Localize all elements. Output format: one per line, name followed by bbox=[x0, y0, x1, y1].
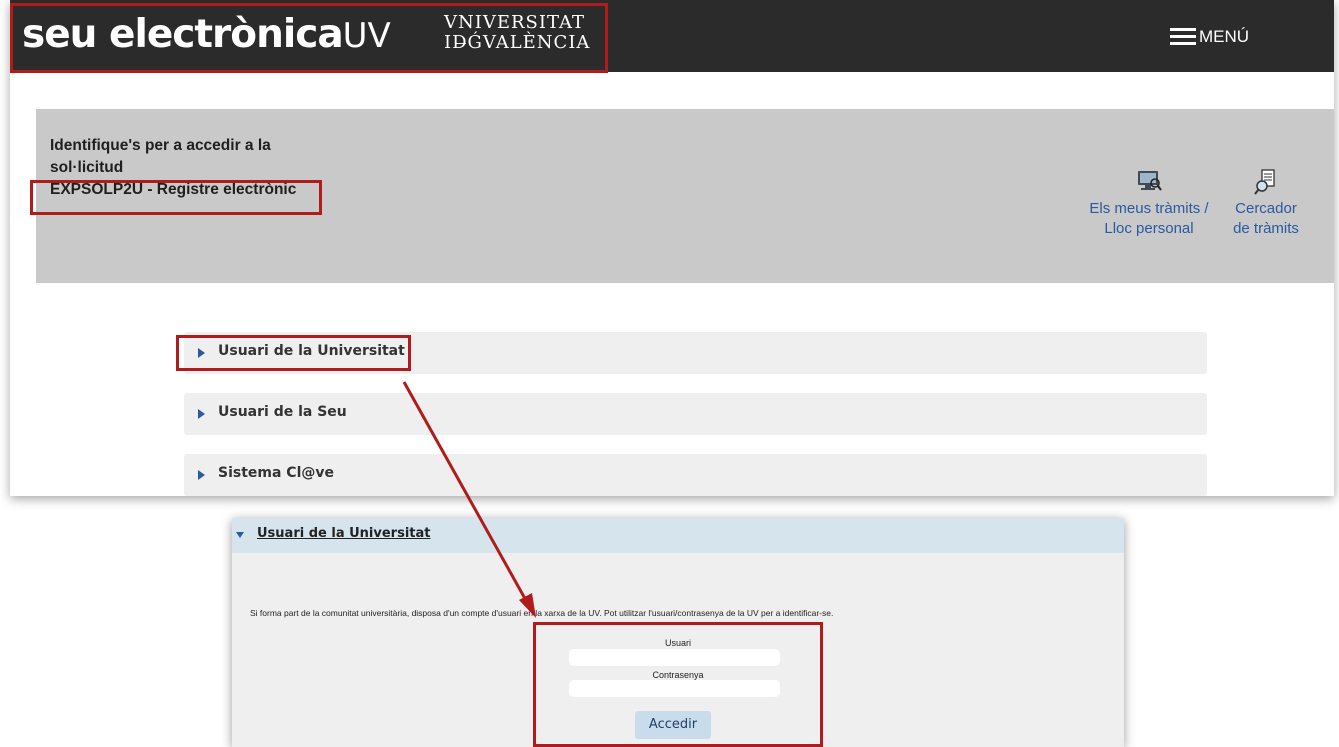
banner-line1: Identifique's per a accedir a la bbox=[50, 137, 271, 154]
my-procedures-link[interactable]: Els meus tràmits / Lloc personal bbox=[1081, 169, 1217, 239]
identification-text: Identifique's per a accedir a la sol·lic… bbox=[50, 135, 296, 201]
password-input[interactable] bbox=[569, 680, 780, 697]
accordion-seu-user[interactable]: Usuari de la Seu bbox=[184, 393, 1207, 435]
logo-main-text: seu electrònica bbox=[22, 12, 344, 57]
university-logo-line1: VNIVERSITAT bbox=[444, 12, 586, 33]
top-header-bar: seu electrònicaUV VNIVERSITAT ID̶ǴVALÈNC… bbox=[10, 0, 1334, 72]
accordion-label: Usuari de la Universitat bbox=[218, 343, 405, 359]
document-search-icon bbox=[1254, 169, 1275, 195]
procedure-name: EXPSOLP2U - Registre electrònic bbox=[50, 181, 297, 198]
accordion-university-user[interactable]: Usuari de la Universitat bbox=[184, 332, 1207, 374]
password-label: Contrasenya bbox=[652, 670, 704, 680]
procedure-search-line2: de tràmits bbox=[1233, 220, 1299, 237]
my-procedures-line1: Els meus tràmits / bbox=[1089, 200, 1209, 217]
procedure-search-link[interactable]: Cercador de tràmits bbox=[1222, 169, 1310, 239]
user-label: Usuari bbox=[664, 638, 691, 648]
university-logo[interactable]: VNIVERSITAT ID̶ǴVALÈNCIA bbox=[444, 13, 590, 53]
menu-label: MENÚ bbox=[1198, 26, 1249, 46]
submit-button[interactable]: Accedir bbox=[635, 711, 711, 739]
accordion-label: Sistema Cl@ve bbox=[218, 465, 335, 481]
panel-title: Usuari de la Universitat bbox=[257, 526, 431, 541]
logo-suffix-text: UV bbox=[342, 16, 391, 56]
panel-description: Si forma part de la comunitat università… bbox=[250, 608, 834, 618]
menu-button[interactable]: MENÚ bbox=[1169, 24, 1249, 49]
banner-line2: sol·licitud bbox=[50, 159, 124, 176]
expand-arrow-icon bbox=[198, 409, 205, 419]
panel-header[interactable]: Usuari de la Universitat bbox=[232, 518, 1124, 553]
hamburger-icon bbox=[1169, 24, 1196, 49]
accordion-label: Usuari de la Seu bbox=[218, 404, 347, 420]
expand-arrow-icon bbox=[198, 470, 205, 480]
main-screenshot: seu electrònicaUV VNIVERSITAT ID̶ǴVALÈNC… bbox=[10, 0, 1334, 496]
my-procedures-line2: Lloc personal bbox=[1104, 220, 1194, 237]
monitor-search-icon bbox=[1138, 171, 1162, 191]
identification-banner: Identifique's per a accedir a la sol·lic… bbox=[36, 109, 1334, 283]
procedure-search-line1: Cercador bbox=[1235, 200, 1297, 217]
accordion-clave[interactable]: Sistema Cl@ve bbox=[184, 454, 1207, 496]
seu-electronica-logo[interactable]: seu electrònicaUV bbox=[22, 12, 391, 57]
user-input[interactable] bbox=[569, 649, 780, 666]
university-logo-line2: ID̶ǴVALÈNCIA bbox=[444, 32, 591, 53]
expand-arrow-icon bbox=[198, 348, 205, 358]
expanded-login-panel: Usuari de la Universitat Si forma part d… bbox=[232, 518, 1124, 747]
collapse-arrow-icon bbox=[236, 532, 244, 538]
